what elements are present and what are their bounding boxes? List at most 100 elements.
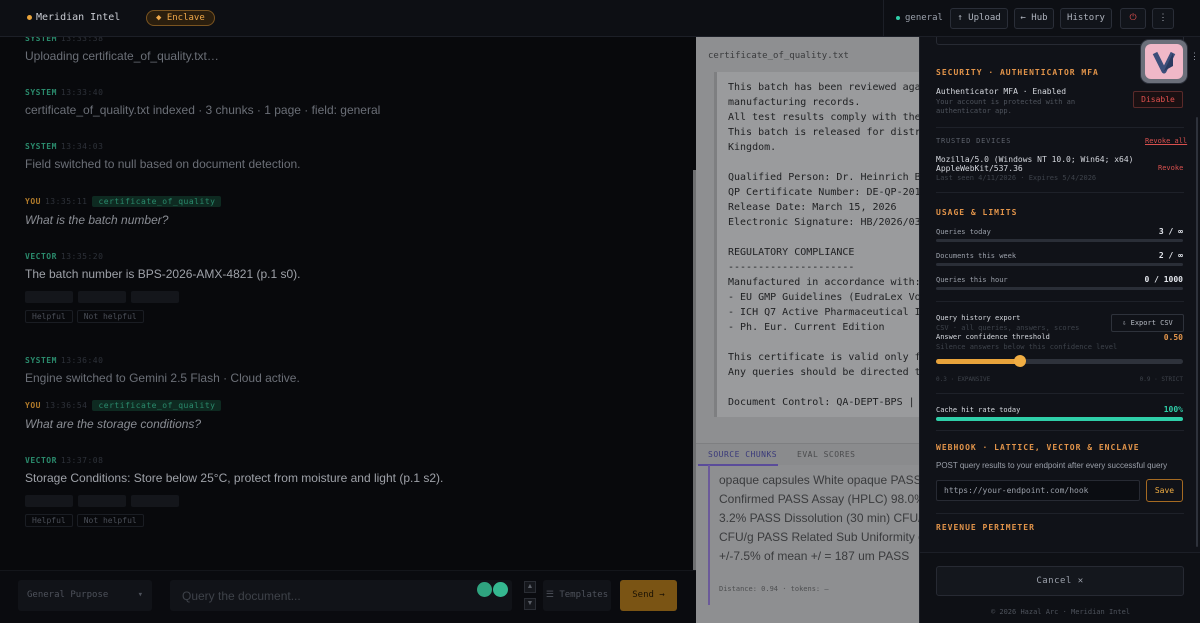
- message-text: Engine switched to Gemini 2.5 Flash · Cl…: [25, 371, 300, 385]
- document-scrollbar[interactable]: [693, 170, 696, 570]
- message-role: YOU: [25, 401, 41, 410]
- refresh-icon[interactable]: [493, 582, 508, 597]
- cancel-button[interactable]: Cancel ✕: [936, 566, 1184, 596]
- templates-button[interactable]: ☰ Templates: [543, 580, 611, 611]
- chat-message: VECTOR 13:35:20 The batch number is BPS-20…: [25, 252, 300, 324]
- slider-fill: [936, 359, 1020, 364]
- send-button[interactable]: Send →: [620, 580, 677, 611]
- settings-scrollbar[interactable]: [1196, 117, 1198, 547]
- helpful-button[interactable]: Helpful: [25, 310, 73, 323]
- upload-button[interactable]: ↑ Upload: [950, 8, 1008, 29]
- citation-chip[interactable]: [78, 290, 126, 303]
- document-line: Manufactured in accordance with:: [728, 277, 919, 288]
- usage-value-queries-today: 3 / ∞: [1158, 227, 1183, 236]
- document-line: All test results comply with the a: [728, 112, 919, 123]
- history-button[interactable]: History: [1060, 8, 1112, 29]
- not-helpful-button[interactable]: Not helpful: [76, 514, 144, 527]
- chat-message: SYSTEM 13:33:38 Uploading certificate_of_q…: [25, 37, 219, 63]
- chat-message: YOU 13:36:54 certificate_of_quality What ar…: [25, 400, 222, 431]
- citation-chip[interactable]: [131, 494, 179, 507]
- app-logo-icon: [1145, 44, 1183, 79]
- revoke-device-button[interactable]: Revoke: [1158, 164, 1183, 172]
- threshold-slider[interactable]: [936, 355, 1183, 367]
- chat-message: YOU 13:35:11 certificate_of_quality What is…: [25, 196, 222, 227]
- export-csv-button[interactable]: ⇩ Export CSV: [1111, 314, 1184, 332]
- usage-bar-documents-week: [936, 263, 1183, 266]
- chat-transcript: SYSTEM 13:33:38 Uploading certificate_of_q…: [0, 37, 696, 570]
- message-role: YOU: [25, 197, 41, 206]
- disable-mfa-button[interactable]: Disable: [1133, 91, 1183, 108]
- revenue-title: REVENUE PERIMETER: [936, 523, 1035, 532]
- power-button[interactable]: ⏻: [1120, 8, 1146, 29]
- message-time: 13:37:08: [60, 456, 104, 465]
- document-line: Kingdom.: [728, 142, 777, 153]
- document-tag[interactable]: certificate_of_quality: [92, 196, 222, 207]
- usage-label-documents-week: Documents this week: [936, 252, 1017, 260]
- threshold-description: Silence answers below this confidence le…: [936, 343, 1118, 351]
- message-text: The batch number is BPS-2026-AMX-4821 (p…: [25, 267, 301, 281]
- document-line: This batch is released for distrib: [728, 127, 919, 138]
- floating-app-icon[interactable]: [1141, 40, 1187, 83]
- document-content: This batch has been reviewed agai manufac…: [714, 72, 919, 417]
- citation-chip[interactable]: [131, 290, 179, 303]
- message-time: 13:36:40: [60, 356, 104, 365]
- webhook-url-input[interactable]: [936, 480, 1140, 501]
- citation-chip[interactable]: [25, 290, 73, 303]
- divider: [936, 513, 1184, 514]
- message-header: SYSTEM 13:36:40: [25, 356, 300, 365]
- export-description: CSV · all queries, answers, scores: [936, 324, 1080, 332]
- document-line: - Ph. Eur. Current Edition: [728, 322, 885, 333]
- document-viewer: certificate_of_quality.txt This batch ha…: [696, 37, 919, 623]
- document-line: This certificate is valid only for: [728, 352, 919, 363]
- document-line: REGULATORY COMPLIANCE: [728, 247, 855, 258]
- message-role: VECTOR: [25, 252, 57, 261]
- chat-message: SYSTEM 13:33:40 certificate_of_quality.txt…: [25, 88, 380, 117]
- message-header: YOU 13:35:11 certificate_of_quality: [25, 196, 222, 207]
- brand-status-dot: [27, 15, 32, 20]
- document-line: Electronic Signature: HB/2026/03/1: [728, 217, 919, 228]
- hub-button[interactable]: ← Hub: [1014, 8, 1054, 29]
- slider-thumb[interactable]: [1013, 355, 1026, 367]
- brand: Meridian Intel: [27, 12, 120, 23]
- usage-value-documents-week: 2 / ∞: [1158, 251, 1183, 260]
- top-bar: Meridian Intel ◆ Enclave general ↑ Uploa…: [0, 0, 1200, 37]
- usage-label-queries-hour: Queries this hour: [936, 276, 1008, 284]
- message-role: SYSTEM: [25, 37, 57, 43]
- citation-chip[interactable]: [25, 494, 73, 507]
- citation-chips: [25, 492, 443, 507]
- copyright: © 2026 Hazal Arc · Meridian Intel: [990, 608, 1131, 616]
- tab-source-chunks[interactable]: SOURCE CHUNKS: [708, 450, 777, 459]
- query-input[interactable]: [170, 580, 512, 611]
- mode-select[interactable]: General Purpose ▾: [18, 580, 152, 611]
- stepper-down-button[interactable]: ▼: [524, 598, 536, 610]
- slider-max-label: 0.9 · STRICT: [1139, 376, 1183, 383]
- drag-handle-icon[interactable]: ⋮⋮: [1190, 52, 1200, 67]
- threshold-label: Answer confidence threshold: [936, 333, 1050, 341]
- document-line: Qualified Person: Dr. Heinrich Bra: [728, 172, 919, 183]
- message-role: SYSTEM: [25, 356, 57, 365]
- more-menu-button[interactable]: ⋮: [1152, 8, 1174, 29]
- document-tag[interactable]: certificate_of_quality: [92, 400, 222, 411]
- helpful-button[interactable]: Helpful: [25, 514, 73, 527]
- document-line: This batch has been reviewed agai: [728, 82, 919, 93]
- citation-chip[interactable]: [78, 494, 126, 507]
- message-header: YOU 13:36:54 certificate_of_quality: [25, 400, 222, 411]
- tab-eval-scores[interactable]: EVAL SCORES: [797, 450, 855, 459]
- chunk-meta: Distance: 0.94 · tokens: —: [719, 585, 829, 593]
- document-line: Document Control: QA-DEPT-BPS | Ap: [728, 397, 919, 408]
- cache-bar: [936, 417, 1183, 421]
- message-time: 13:33:40: [60, 88, 104, 97]
- message-text: certificate_of_quality.txt indexed · 3 c…: [25, 103, 381, 117]
- revoke-all-link[interactable]: Revoke all: [1145, 137, 1187, 145]
- cache-label: Cache hit rate today: [936, 406, 1021, 414]
- grammar-assist-icon[interactable]: [477, 582, 492, 597]
- not-helpful-button[interactable]: Not helpful: [76, 310, 144, 323]
- stepper-up-button[interactable]: ▲: [524, 581, 536, 593]
- export-label: Query history export: [936, 314, 1021, 322]
- chevron-down-icon: ▾: [137, 590, 143, 600]
- citation-chips: [25, 288, 300, 303]
- divider: [936, 192, 1184, 193]
- webhook-save-button[interactable]: Save: [1146, 479, 1183, 502]
